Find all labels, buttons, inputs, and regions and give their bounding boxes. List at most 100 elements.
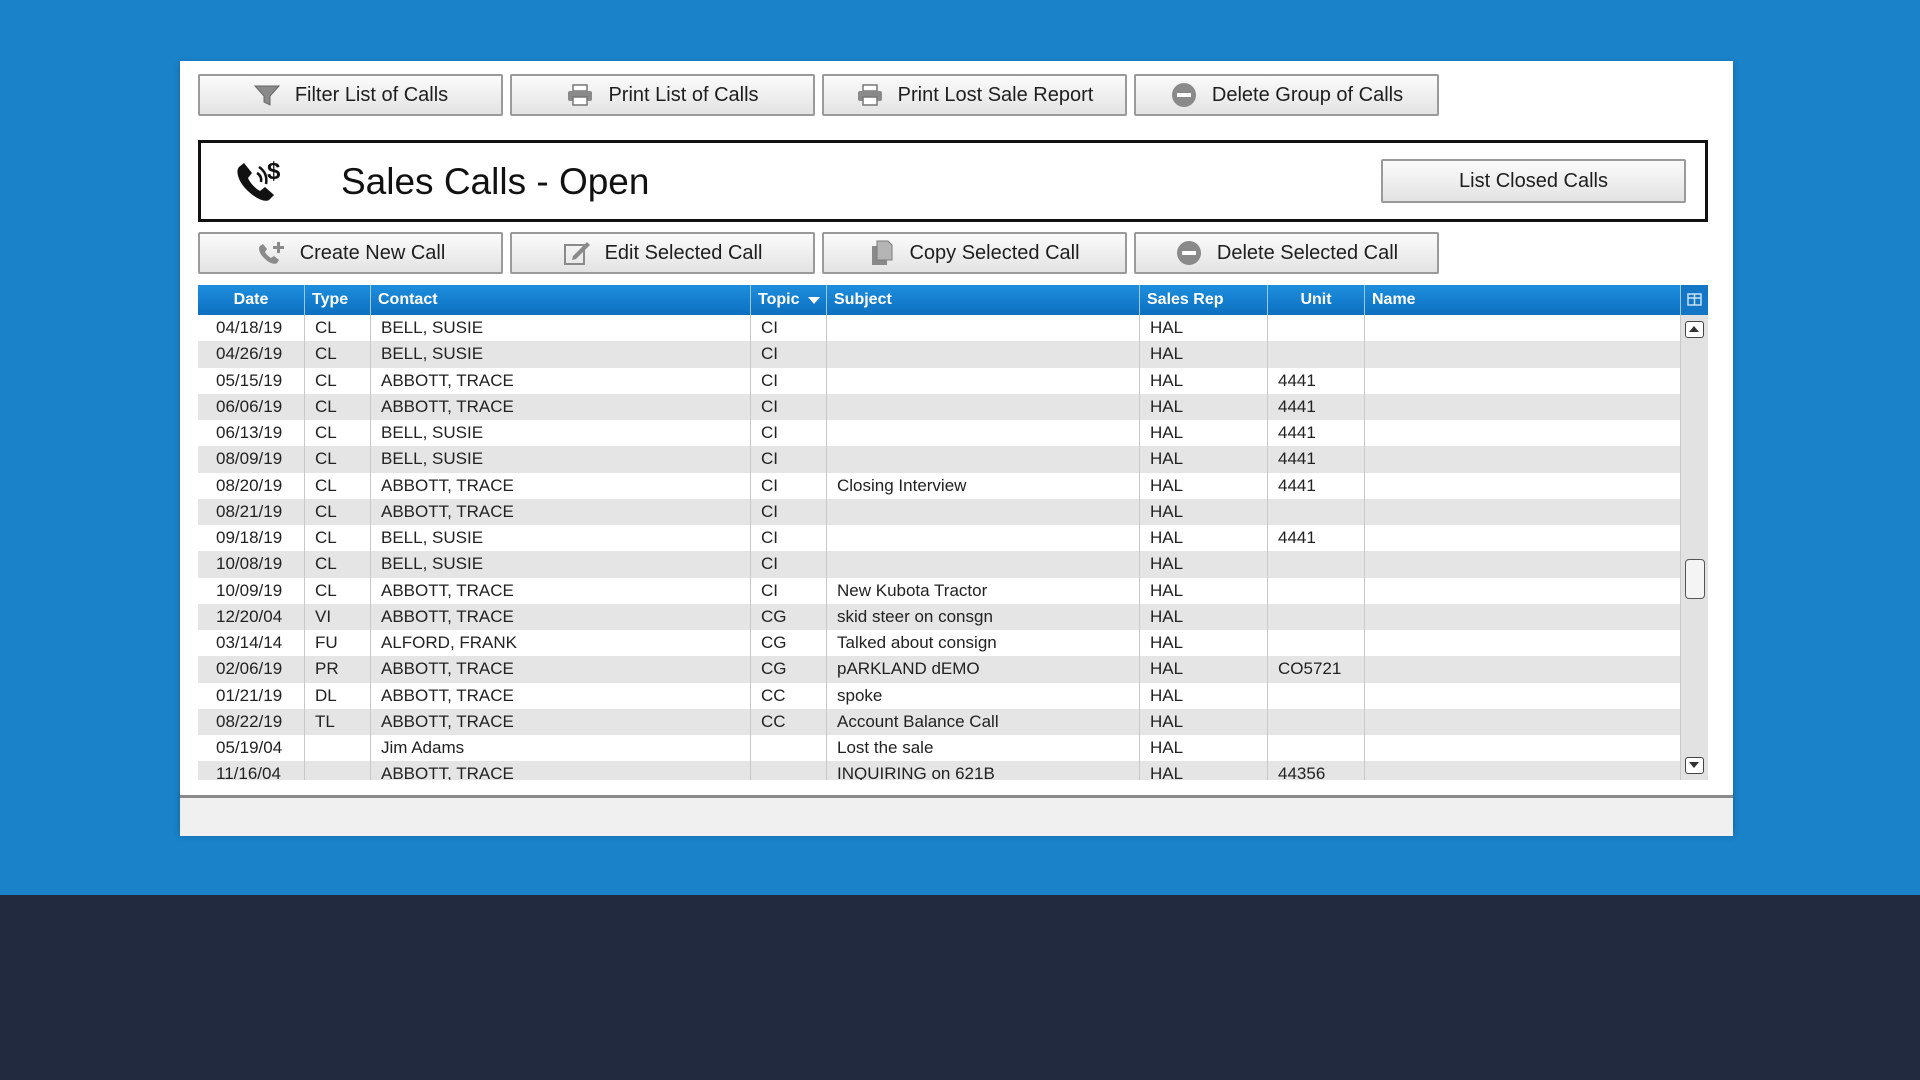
cell-contact: ABBOTT, TRACE	[371, 682, 751, 709]
table-row[interactable]: 02/06/19 PR ABBOTT, TRACE CG pARKLAND dEMO HA…	[198, 656, 1681, 683]
cell-unit	[1268, 577, 1365, 604]
table-row[interactable]: 09/18/19 CL BELL, SUSIE CI HAL 4441	[198, 525, 1681, 552]
edit-selected-call-button[interactable]: Edit Selected Call	[510, 232, 815, 274]
cell-name	[1365, 656, 1681, 683]
status-bar	[180, 795, 1733, 836]
cell-subject	[827, 341, 1140, 368]
cell-topic: CI	[751, 525, 827, 552]
table-row[interactable]: 12/20/04 VI ABBOTT, TRACE CG skid steer on c…	[198, 603, 1681, 630]
table-row[interactable]: 03/14/14 FU ALFORD, FRANK CG Talked about co…	[198, 630, 1681, 657]
cell-rep: HAL	[1140, 551, 1268, 578]
table-row[interactable]: 08/22/19 TL ABBOTT, TRACE CC Account Balance…	[198, 708, 1681, 735]
cell-contact: ABBOTT, TRACE	[371, 603, 751, 630]
cell-topic: CI	[751, 446, 827, 473]
print-list-button[interactable]: Print List of Calls	[510, 74, 815, 116]
cell-type: FU	[305, 630, 371, 657]
column-header-subject[interactable]: Subject	[827, 285, 1140, 315]
cell-subject: New Kubota Tractor	[827, 577, 1140, 604]
cell-topic: CI	[751, 367, 827, 394]
cell-topic: CI	[751, 577, 827, 604]
cell-rep: HAL	[1140, 341, 1268, 368]
create-new-call-button[interactable]: Create New Call	[198, 232, 503, 274]
cell-contact: ABBOTT, TRACE	[371, 708, 751, 735]
print-lost-sale-button[interactable]: Print Lost Sale Report	[822, 74, 1127, 116]
column-header-sales-rep[interactable]: Sales Rep	[1140, 285, 1268, 315]
cell-contact: BELL, SUSIE	[371, 525, 751, 552]
cell-contact: BELL, SUSIE	[371, 446, 751, 473]
delete-selected-call-label: Delete Selected Call	[1216, 241, 1399, 264]
table-row[interactable]: 05/19/04 Jim Adams Lost the sale HAL	[198, 735, 1681, 762]
cell-unit	[1268, 498, 1365, 525]
page-title: Sales Calls - Open	[341, 161, 650, 202]
table-row[interactable]: 06/13/19 CL BELL, SUSIE CI HAL 4441	[198, 420, 1681, 447]
cell-topic: CI	[751, 315, 827, 342]
cell-rep: HAL	[1140, 603, 1268, 630]
cell-date: 08/22/19	[198, 708, 305, 735]
cell-type: CL	[305, 393, 371, 420]
cell-unit	[1268, 551, 1365, 578]
cell-unit	[1268, 708, 1365, 735]
cell-topic	[751, 761, 827, 780]
scroll-down-button[interactable]	[1685, 757, 1704, 774]
create-new-call-label: Create New Call	[299, 241, 446, 264]
cell-name	[1365, 472, 1681, 499]
cell-subject: Talked about consign	[827, 630, 1140, 657]
table-row[interactable]: 08/09/19 CL BELL, SUSIE CI HAL 4441	[198, 446, 1681, 473]
cell-name	[1365, 315, 1681, 342]
table-row[interactable]: 01/21/19 DL ABBOTT, TRACE CC spoke HAL	[198, 682, 1681, 709]
cell-type	[305, 761, 371, 780]
copy-selected-call-button[interactable]: Copy Selected Call	[822, 232, 1127, 274]
cell-unit	[1268, 735, 1365, 762]
cell-topic: CC	[751, 682, 827, 709]
cell-subject	[827, 551, 1140, 578]
filter-list-button[interactable]: Filter List of Calls	[198, 74, 503, 116]
column-header-contact[interactable]: Contact	[371, 285, 751, 315]
cell-rep: HAL	[1140, 577, 1268, 604]
scroll-up-button[interactable]	[1685, 321, 1704, 338]
cell-name	[1365, 420, 1681, 447]
cell-name	[1365, 577, 1681, 604]
cell-topic: CC	[751, 708, 827, 735]
cell-type: TL	[305, 708, 371, 735]
column-chooser-button[interactable]	[1681, 285, 1708, 315]
cell-subject: Lost the sale	[827, 735, 1140, 762]
cell-type: CL	[305, 472, 371, 499]
table-row[interactable]: 08/20/19 CL ABBOTT, TRACE CI Closing Intervi…	[198, 472, 1681, 499]
cell-rep: HAL	[1140, 498, 1268, 525]
table-row[interactable]: 08/21/19 CL ABBOTT, TRACE CI HAL	[198, 498, 1681, 525]
column-header-type[interactable]: Type	[305, 285, 371, 315]
cell-subject: INQUIRING on 621B	[827, 761, 1140, 780]
cell-date: 01/21/19	[198, 682, 305, 709]
delete-group-button[interactable]: Delete Group of Calls	[1134, 74, 1439, 116]
column-header-topic[interactable]: Topic	[751, 285, 827, 315]
table-row[interactable]: 06/06/19 CL ABBOTT, TRACE CI HAL 4441	[198, 393, 1681, 420]
cell-topic: CI	[751, 341, 827, 368]
table-row[interactable]: 11/16/04 ABBOTT, TRACE INQUIRING on 621B HA…	[198, 761, 1681, 780]
cell-subject	[827, 446, 1140, 473]
list-closed-calls-button[interactable]: List Closed Calls	[1381, 159, 1686, 203]
cell-subject	[827, 315, 1140, 342]
column-header-date[interactable]: Date	[198, 285, 305, 315]
cell-topic: CI	[751, 393, 827, 420]
table-row[interactable]: 10/09/19 CL ABBOTT, TRACE CI New Kubota Trac…	[198, 577, 1681, 604]
table-row[interactable]: 05/15/19 CL ABBOTT, TRACE CI HAL 4441	[198, 367, 1681, 394]
cell-name	[1365, 525, 1681, 552]
scroll-thumb[interactable]	[1685, 559, 1705, 599]
column-header-unit[interactable]: Unit	[1268, 285, 1365, 315]
sort-descending-icon	[808, 297, 820, 304]
delete-selected-call-button[interactable]: Delete Selected Call	[1134, 232, 1439, 274]
column-header-name[interactable]: Name	[1365, 285, 1681, 315]
table-row[interactable]: 10/08/19 CL BELL, SUSIE CI HAL	[198, 551, 1681, 578]
table-row[interactable]: 04/26/19 CL BELL, SUSIE CI HAL	[198, 341, 1681, 368]
cell-topic	[751, 735, 827, 762]
cell-unit: 4441	[1268, 367, 1365, 394]
cell-type: CL	[305, 367, 371, 394]
print-lost-sale-label: Print Lost Sale Report	[897, 83, 1094, 106]
vertical-scrollbar[interactable]	[1681, 315, 1708, 780]
cell-rep: HAL	[1140, 393, 1268, 420]
table-row[interactable]: 04/18/19 CL BELL, SUSIE CI HAL	[198, 315, 1681, 342]
cell-name	[1365, 603, 1681, 630]
cell-subject: skid steer on consgn	[827, 603, 1140, 630]
cell-type: CL	[305, 577, 371, 604]
calls-table: Date Type Contact Topic Subject Sales Re…	[198, 285, 1708, 780]
